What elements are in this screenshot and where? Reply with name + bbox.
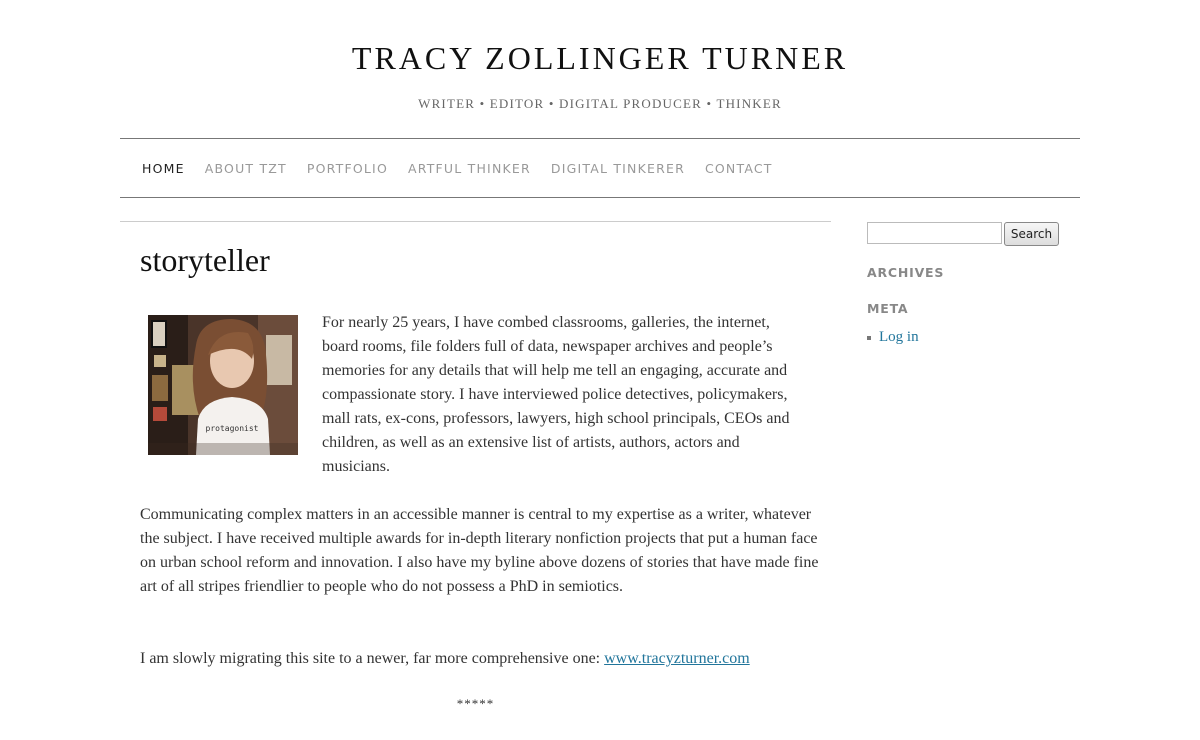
page-wrapper: TRACY ZOLLINGER TURNER WRITER • EDITOR •… [120,0,1080,740]
meta-list: Log in [867,329,919,346]
nav-item-about-tzt[interactable]: ABOUT TZT [205,161,287,176]
bullet-icon [867,335,871,340]
nav-item-home[interactable]: HOME [142,161,185,176]
nav-item-portfolio[interactable]: PORTFOLIO [307,161,388,176]
author-photo-image: protagonist [148,315,298,455]
intro-paragraph: For nearly 25 years, I have combed class… [322,314,790,475]
site-title[interactable]: TRACY ZOLLINGER TURNER [120,40,1080,77]
search-input[interactable] [867,222,1002,244]
section-separator: ***** [456,696,495,711]
search-button[interactable]: Search [1004,222,1059,246]
main-navigation: HOME ABOUT TZT PORTFOLIO ARTFUL THINKER … [120,138,1080,198]
migration-text: I am slowly migrating this site to a new… [140,650,605,667]
photo-shirt-text: protagonist [206,424,259,433]
nav-item-artful-thinker[interactable]: ARTFUL THINKER [408,161,531,176]
meta-list-item: Log in [867,329,919,346]
main-content: storyteller protagonist For nearly 25 ye… [120,221,831,711]
page-title: storyteller [140,242,270,278]
nav-item-digital-tinkerer[interactable]: DIGITAL TINKERER [551,161,685,176]
new-site-link[interactable]: www.tracyzturner.com [604,650,750,667]
site-description: WRITER • EDITOR • DIGITAL PRODUCER • THI… [418,96,782,111]
migration-paragraph: I am slowly migrating this site to a new… [140,647,830,671]
meta-widget-title: META [867,301,909,316]
expertise-paragraph: Communicating complex matters in an acce… [140,506,819,595]
nav-item-contact[interactable]: CONTACT [705,161,773,176]
log-in-link[interactable]: Log in [879,329,919,345]
archives-widget-title: ARCHIVES [867,265,945,280]
author-photo: protagonist [148,315,298,455]
